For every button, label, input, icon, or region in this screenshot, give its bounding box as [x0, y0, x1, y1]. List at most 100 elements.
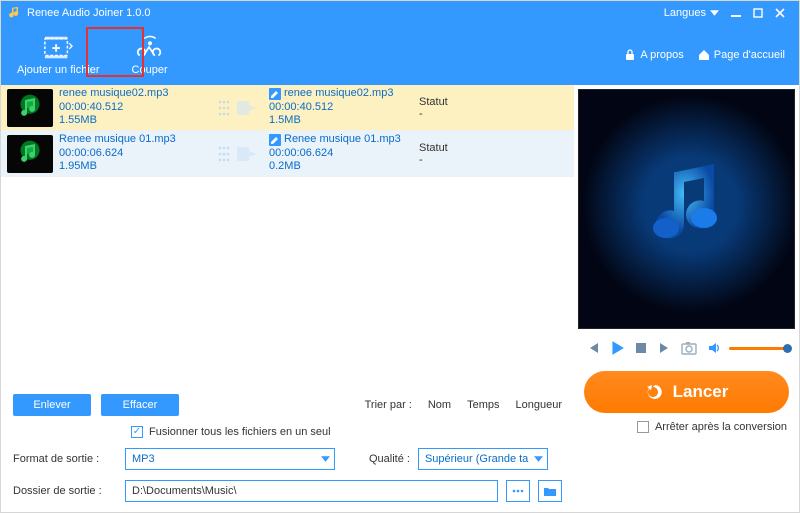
status-value: - — [419, 108, 479, 120]
sort-controls: Trier par : Nom Temps Longueur — [189, 399, 562, 411]
status-label: Statut — [419, 142, 479, 154]
toolbar: Ajouter un fichier Couper A propos Page … — [1, 25, 799, 85]
src-duration: 00:00:06.624 — [59, 147, 209, 161]
volume-control — [705, 339, 789, 357]
toolbar-right-links: A propos Page d'accueil — [624, 25, 799, 85]
sort-label: Trier par : — [365, 399, 412, 411]
status-value: - — [419, 154, 479, 166]
clear-button[interactable]: Effacer — [101, 394, 179, 416]
sort-by-time[interactable]: Temps — [467, 399, 499, 411]
refresh-icon — [645, 382, 665, 402]
src-filename: Renee musique 01.mp3 — [59, 133, 209, 147]
play-button[interactable] — [608, 339, 626, 357]
chevron-down-icon — [534, 456, 543, 462]
quality-value: Supérieur (Grande ta — [425, 453, 528, 465]
file-row[interactable]: renee musique02.mp3 00:00:40.512 1.55MB … — [1, 85, 574, 131]
chevron-down-icon — [710, 10, 719, 16]
stop-button[interactable] — [632, 339, 650, 357]
folder-label: Dossier de sortie : — [13, 485, 117, 497]
about-label: A propos — [640, 49, 683, 61]
app-window: Renee Audio Joiner 1.0.0 Langues Ajouter… — [0, 0, 800, 513]
arrow-icon — [209, 144, 269, 164]
home-icon — [698, 49, 710, 61]
lock-icon — [624, 49, 636, 61]
app-logo-icon — [9, 7, 21, 19]
src-size: 1.95MB — [59, 160, 209, 174]
arrow-icon — [209, 98, 269, 118]
volume-slider[interactable] — [729, 347, 789, 350]
launch-button[interactable]: Lancer — [584, 371, 789, 413]
dest-info: renee musique02.mp3 00:00:40.512 1.5MB — [269, 87, 419, 128]
dst-filename: Renee musique 01.mp3 — [284, 133, 401, 147]
status-col: Statut - — [419, 96, 479, 120]
home-label: Page d'accueil — [714, 49, 785, 61]
src-duration: 00:00:40.512 — [59, 101, 209, 115]
launch-label: Lancer — [673, 382, 729, 402]
status-col: Statut - — [419, 142, 479, 166]
edit-icon[interactable] — [269, 88, 281, 100]
prev-button[interactable] — [584, 339, 602, 357]
status-label: Statut — [419, 96, 479, 108]
merge-label: Fusionner tous les fichiers en un seul — [149, 426, 331, 438]
title-bar: Renee Audio Joiner 1.0.0 Langues — [1, 1, 799, 25]
about-link[interactable]: A propos — [624, 49, 683, 61]
file-list: renee musique02.mp3 00:00:40.512 1.55MB … — [1, 85, 574, 386]
dest-info: Renee musique 01.mp3 00:00:06.624 0.2MB — [269, 133, 419, 174]
dst-duration: 00:00:06.624 — [269, 147, 419, 161]
add-file-label: Ajouter un fichier — [17, 64, 100, 76]
stop-after-label: Arrêter après la conversion — [655, 421, 787, 433]
music-note-icon — [632, 154, 742, 264]
sort-by-name[interactable]: Nom — [428, 399, 451, 411]
dst-size: 0.2MB — [269, 160, 419, 174]
file-thumbnail — [7, 89, 53, 127]
format-select[interactable]: MP3 — [125, 448, 335, 470]
dst-duration: 00:00:40.512 — [269, 101, 419, 115]
dst-size: 1.5MB — [269, 114, 419, 128]
browse-folder-button[interactable] — [506, 480, 530, 502]
chevron-down-icon — [321, 456, 330, 462]
language-menu[interactable]: Langues — [664, 7, 719, 19]
right-panel: Lancer Arrêter après la conversion — [574, 85, 799, 512]
file-row[interactable]: Renee musique 01.mp3 00:00:06.624 1.95MB… — [1, 131, 574, 177]
preview-pane — [578, 89, 795, 329]
player-controls — [574, 329, 799, 361]
merge-checkbox-row: Fusionner tous les fichiers en un seul — [13, 426, 562, 438]
sort-by-length[interactable]: Longueur — [516, 399, 563, 411]
open-folder-button[interactable] — [538, 480, 562, 502]
quality-label: Qualité : — [369, 453, 410, 465]
home-link[interactable]: Page d'accueil — [698, 49, 785, 61]
quality-select[interactable]: Supérieur (Grande ta — [418, 448, 548, 470]
app-title: Renee Audio Joiner 1.0.0 — [27, 7, 151, 19]
stop-after-checkbox[interactable] — [637, 421, 649, 433]
ellipsis-icon — [511, 485, 525, 497]
folder-icon — [543, 485, 557, 497]
volume-thumb[interactable] — [783, 344, 792, 353]
output-folder-field[interactable]: D:\Documents\Music\ — [125, 480, 498, 502]
cut-label: Couper — [132, 64, 168, 76]
format-value: MP3 — [132, 453, 155, 465]
format-label: Format de sortie : — [13, 453, 117, 465]
add-file-button[interactable]: Ajouter un fichier — [1, 25, 116, 85]
edit-icon[interactable] — [269, 134, 281, 146]
next-button[interactable] — [656, 339, 674, 357]
snapshot-button[interactable] — [680, 339, 698, 357]
source-info: Renee musique 01.mp3 00:00:06.624 1.95MB — [59, 133, 209, 174]
src-filename: renee musique02.mp3 — [59, 87, 209, 101]
dst-filename: renee musique02.mp3 — [284, 87, 393, 101]
src-size: 1.55MB — [59, 114, 209, 128]
minimize-button[interactable] — [725, 5, 747, 21]
merge-checkbox[interactable] — [131, 426, 143, 438]
left-controls: Enlever Effacer Trier par : Nom Temps Lo… — [1, 386, 574, 512]
remove-button[interactable]: Enlever — [13, 394, 91, 416]
maximize-button[interactable] — [747, 5, 769, 21]
output-folder-value: D:\Documents\Music\ — [132, 485, 237, 497]
source-info: renee musique02.mp3 00:00:40.512 1.55MB — [59, 87, 209, 128]
language-label: Langues — [664, 7, 706, 19]
stop-after-row: Arrêter après la conversion — [574, 417, 799, 441]
close-button[interactable] — [769, 5, 791, 21]
main-area: renee musique02.mp3 00:00:40.512 1.55MB … — [1, 85, 799, 512]
left-panel: renee musique02.mp3 00:00:40.512 1.55MB … — [1, 85, 574, 512]
file-thumbnail — [7, 135, 53, 173]
volume-icon[interactable] — [705, 339, 723, 357]
cut-button[interactable]: Couper — [116, 25, 184, 85]
